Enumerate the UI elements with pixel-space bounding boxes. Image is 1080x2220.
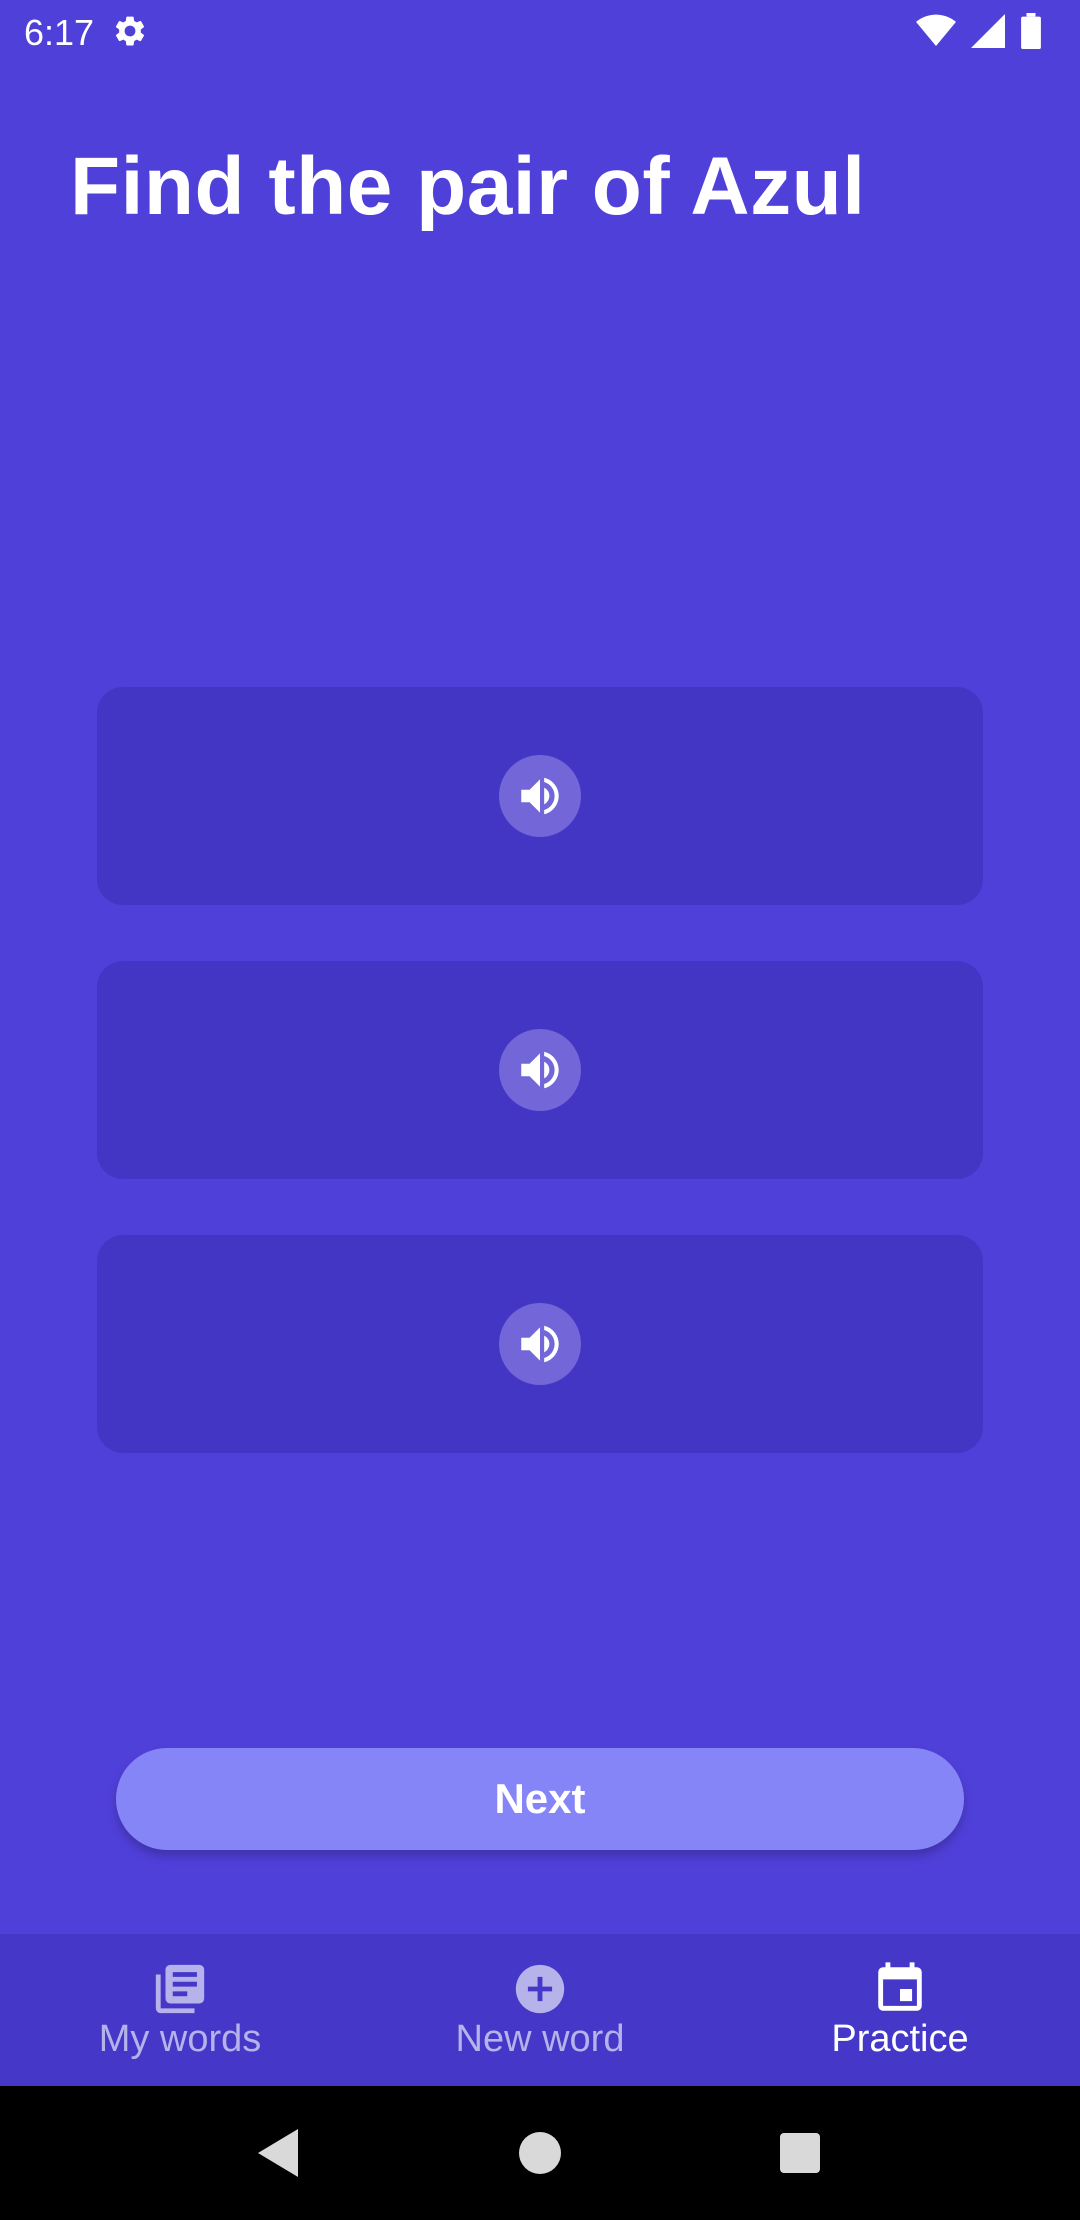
wifi-icon <box>916 14 956 53</box>
battery-icon <box>1020 12 1042 54</box>
signal-icon <box>970 13 1006 53</box>
options-list <box>97 687 983 1509</box>
status-bar: 6:17 <box>0 0 1080 66</box>
back-icon[interactable] <box>240 2113 320 2193</box>
page-title: Find the pair of Azul <box>70 141 866 232</box>
recents-icon[interactable] <box>760 2113 840 2193</box>
speaker-icon[interactable] <box>499 1029 581 1111</box>
settings-icon <box>112 13 148 54</box>
nav-label-practice: Practice <box>831 2018 969 2061</box>
nav-label-my-words: My words <box>98 2018 262 2061</box>
nav-item-practice[interactable]: Practice <box>720 1934 1080 2086</box>
bottom-nav: My words New word Practice <box>0 1934 1080 2086</box>
nav-item-my-words[interactable]: My words <box>0 1934 360 2086</box>
home-icon[interactable] <box>500 2113 580 2193</box>
speaker-icon[interactable] <box>499 1303 581 1385</box>
speaker-icon[interactable] <box>499 755 581 837</box>
next-button[interactable]: Next <box>116 1748 964 1850</box>
status-right <box>916 12 1056 54</box>
status-time: 6:17 <box>24 12 95 53</box>
nav-item-new-word[interactable]: New word <box>360 1934 720 2086</box>
list-icon <box>150 1959 210 2019</box>
calendar-icon <box>870 1959 930 2019</box>
option-card-3[interactable] <box>97 1235 983 1453</box>
nav-label-new-word: New word <box>455 2018 625 2061</box>
option-card-2[interactable] <box>97 961 983 1179</box>
system-nav <box>0 2086 1080 2220</box>
status-left: 6:17 <box>24 12 148 54</box>
add-circle-icon <box>510 1959 570 2019</box>
option-card-1[interactable] <box>97 687 983 905</box>
